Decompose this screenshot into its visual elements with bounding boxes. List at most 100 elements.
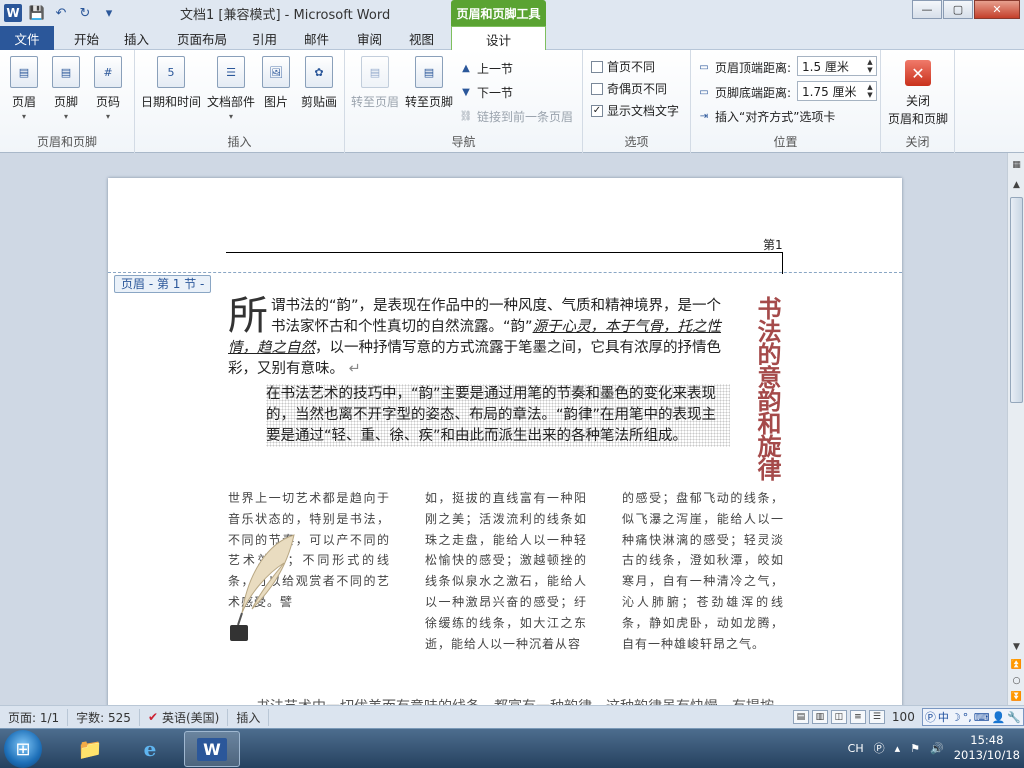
ime-chinese-mode-icon[interactable]: 中 (938, 709, 949, 725)
paragraph-2-shaded[interactable]: 在书法艺术的技巧中，“韵”主要是通过用笔的节奏和墨色的变化来表现的，当然也离不开… (266, 384, 730, 447)
diff-first-page-checkbox[interactable]: 首页不同 (591, 58, 655, 75)
group-label: 页眉和页脚 (36, 135, 97, 149)
tab-mailings[interactable]: 邮件 (292, 26, 341, 50)
proofing-status[interactable]: ✔ 英语(美国) (140, 708, 229, 726)
tab-insert[interactable]: 插入 (112, 26, 161, 50)
customize-qat-icon[interactable]: ▾ (98, 3, 120, 23)
ime-user-icon[interactable]: 👤 (992, 711, 1006, 724)
datetime-button[interactable]: 5 日期和时间 (141, 56, 201, 110)
footer-button[interactable]: ▤ 页脚 ▾ (44, 56, 88, 121)
flag-icon[interactable]: ⚑ (910, 742, 920, 755)
next-page-icon[interactable]: ⏬ (1009, 689, 1024, 704)
ime-logo-icon[interactable]: Ⓟ (925, 709, 936, 725)
clock[interactable]: 15:48 2013/10/18 (954, 733, 1020, 763)
goto-footer-button[interactable]: ▤ 转至页脚 (403, 56, 455, 110)
volume-icon[interactable]: 🔊 (930, 742, 944, 755)
full-screen-view-icon[interactable]: ▥ (811, 710, 828, 724)
insert-align-tab-button[interactable]: ⇥ 插入“对齐方式”选项卡 (697, 108, 836, 125)
picture-button[interactable]: 🖼 图片 (257, 56, 295, 110)
spinner-arrows-icon[interactable]: ▲ ▼ (864, 57, 876, 75)
page-count-status[interactable]: 页面: 1/1 (0, 708, 69, 726)
link-to-previous-button[interactable]: ⛓ 链接到前一条页眉 (459, 108, 573, 125)
ruler-toggle-icon[interactable]: ▦ (1009, 157, 1024, 172)
goto-header-button[interactable]: ▤ 转至页眉 (349, 56, 401, 110)
paragraph-partial[interactable]: 书法艺术中一切优美而有意味的线条，都富有一种韵律，这种韵律虽有快慢、有提按 (256, 696, 796, 705)
tray-expand-icon[interactable]: ▴ (895, 742, 901, 755)
checkbox[interactable] (591, 60, 603, 73)
tab-view[interactable]: 视图 (397, 26, 446, 50)
maximize-button[interactable]: ▢ (943, 0, 973, 19)
redo-icon[interactable]: ↻ (74, 3, 96, 23)
footer-bottom-label: ▭ 页脚底端距离: (697, 84, 791, 101)
tab-review[interactable]: 审阅 (345, 26, 394, 50)
prev-section-button[interactable]: ▲ 上一节 (459, 60, 513, 77)
title-bar: W 💾 ↶ ↻ ▾ 文档1 [兼容模式] - Microsoft Word 页眉… (0, 0, 1024, 26)
quill-pen-icon[interactable] (228, 533, 300, 643)
minimize-button[interactable]: — (912, 0, 942, 19)
web-layout-view-icon[interactable]: ◫ (830, 710, 847, 724)
clipart-button[interactable]: ✿ 剪贴画 (297, 56, 341, 110)
zoom-level[interactable]: 100 (892, 710, 915, 724)
tab-page-layout[interactable]: 页面布局 (165, 26, 239, 50)
ime-toolbar[interactable]: Ⓟ 中 ☽ °, ⌨ 👤 🔧 (921, 708, 1024, 726)
scrollbar-thumb[interactable] (1010, 197, 1023, 403)
close-window-button[interactable]: ✕ (974, 0, 1020, 19)
header-boundary-line (108, 272, 902, 273)
show-doc-text-checkbox[interactable]: ✓ 显示文档文字 (591, 102, 679, 119)
group-position: ▭ 页眉顶端距离: 1.5 厘米 ▲ ▼ ▭ 页脚底端距离: 1.75 厘米 ▲ ▼… (691, 50, 881, 153)
dropdown-caret-icon: ▾ (228, 112, 233, 121)
tab-design[interactable]: 设计 (451, 26, 546, 51)
insert-mode-status[interactable]: 插入 (228, 708, 270, 726)
undo-icon[interactable]: ↶ (50, 3, 72, 23)
document-page[interactable]: 第1 页眉 - 第 1 节 - 所谓书法的“韵”，是表现在作品中的一种风度、气质… (108, 178, 902, 705)
vertical-wordart-title[interactable]: 书法的意韵和旋律 (744, 296, 781, 480)
page-number-button[interactable]: # 页码 ▾ (86, 56, 130, 121)
spellcheck-icon: ✔ (147, 710, 158, 724)
page-header-text[interactable]: 第1 (763, 236, 783, 253)
word-app-icon[interactable]: W (2, 3, 24, 23)
header-top-spinner[interactable]: 1.5 厘米 ▲ ▼ (797, 56, 877, 76)
print-layout-view-icon[interactable]: ▤ (792, 710, 809, 724)
ime-halfwidth-icon[interactable]: ☽ (951, 711, 961, 724)
internet-explorer-taskbar-icon[interactable]: e (122, 731, 178, 767)
checkbox-checked[interactable]: ✓ (591, 104, 603, 117)
outline-view-icon[interactable]: ≡ (849, 710, 866, 724)
input-language[interactable]: CH (848, 742, 864, 755)
ime-punctuation-icon[interactable]: °, (963, 711, 972, 724)
prev-page-icon[interactable]: ⏫ (1009, 657, 1024, 672)
diff-odd-even-checkbox[interactable]: 奇偶页不同 (591, 80, 667, 97)
footer-bottom-spinner[interactable]: 1.75 厘米 ▲ ▼ (797, 81, 877, 101)
scroll-down-arrow-icon[interactable]: ▼ (1009, 639, 1024, 654)
status-bar: 页面: 1/1 字数: 525 ✔ 英语(美国) 插入 ▤ ▥ ◫ ≡ ☰ 10… (0, 705, 1024, 728)
header-top-label: ▭ 页眉顶端距离: (697, 59, 791, 76)
group-label: 插入 (227, 135, 252, 149)
tab-file[interactable]: 文件 (0, 26, 54, 50)
ime-tools-icon[interactable]: 🔧 (1007, 711, 1021, 724)
next-section-button[interactable]: ▼ 下一节 (459, 84, 513, 101)
draft-view-icon[interactable]: ☰ (868, 710, 885, 724)
tab-references[interactable]: 引用 (240, 26, 289, 50)
browse-object-icon[interactable]: ○ (1009, 673, 1024, 688)
save-icon[interactable]: 💾 (26, 3, 48, 23)
next-section-icon: ▼ (462, 87, 470, 98)
close-header-footer-button[interactable]: ✕ 关闭 页眉和页脚 (885, 60, 951, 127)
word-count-status[interactable]: 字数: 525 (68, 708, 140, 726)
word-taskbar-icon[interactable]: W (184, 731, 240, 767)
doc-parts-button[interactable]: ☰ 文档部件 ▾ (205, 56, 257, 121)
vertical-scrollbar[interactable]: ▦ ▲ ▼ ⏫ ○ ⏬ (1007, 153, 1024, 705)
ime-keyboard-icon[interactable]: ⌨ (974, 711, 990, 724)
quick-access-toolbar: W 💾 ↶ ↻ ▾ (2, 2, 120, 24)
spinner-arrows-icon[interactable]: ▲ ▼ (864, 82, 876, 100)
close-icon: ✕ (905, 60, 931, 86)
explorer-taskbar-icon[interactable]: 📁 (62, 731, 118, 767)
column-3[interactable]: 的感受；盘郁飞动的线条，似飞瀑之泻崖，能给人以一种痛快淋漓的感受；轻灵淡古的线条… (622, 488, 784, 654)
column-2[interactable]: 如，挺拔的直线富有一种阳刚之美；活泼流利的线条如珠之走盘，能给人以一种轻松愉快的… (425, 488, 587, 654)
checkbox[interactable] (591, 82, 603, 95)
ime-tray-icon[interactable]: Ⓟ (874, 740, 885, 756)
tab-home[interactable]: 开始 (62, 26, 111, 50)
paragraph-1[interactable]: 所谓书法的“韵”，是表现在作品中的一种风度、气质和精神境界，是一个书法家怀古和个… (228, 296, 730, 380)
scroll-up-arrow-icon[interactable]: ▲ (1009, 177, 1024, 192)
system-tray: CH Ⓟ ▴ ⚑ 🔊 15:48 2013/10/18 (848, 733, 1020, 763)
header-button[interactable]: ▤ 页眉 ▾ (2, 56, 46, 121)
start-button[interactable]: ⊞ (4, 730, 42, 768)
